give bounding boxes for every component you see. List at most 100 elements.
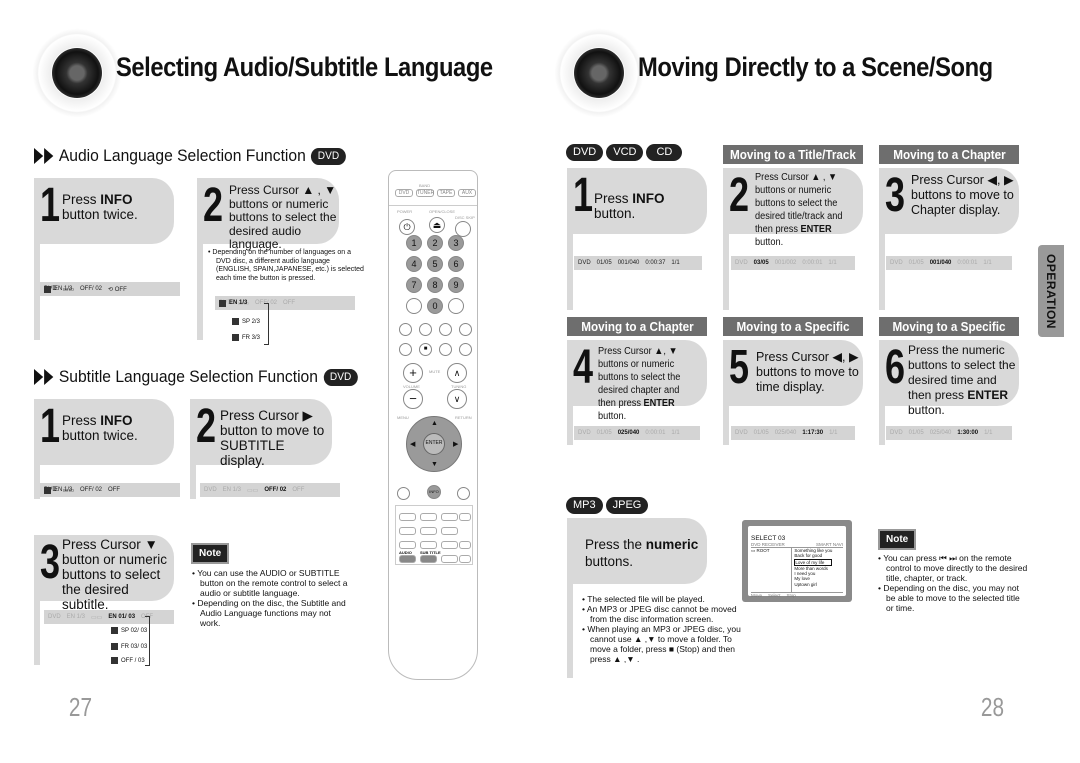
- tv-title: SELECT 03: [751, 535, 786, 542]
- dpad: ▲ ▼ ◀ ▶ ENTER: [406, 416, 462, 472]
- double-arrow-icon: [34, 148, 54, 164]
- folder-pane: ▭ ROOT: [751, 548, 793, 592]
- osd-bar: DVDEN 1/3▭▭OFF/ 02OFF: [40, 483, 180, 497]
- step-text: Press Cursor ▲ , ▼ buttons or numeric bu…: [755, 172, 843, 248]
- osd-bar: DVD 01/05 001/040 0:00:37 1/1: [574, 256, 702, 270]
- page-title-left: Selecting Audio/Subtitle Language: [116, 52, 493, 82]
- subtitle-step-2: 2 Press Cursor ▶ button to move to SUBTI…: [190, 399, 332, 468]
- step-text: Press INFO button twice.: [62, 192, 138, 222]
- mp3-note-list: The selected file will be played. An MP3…: [582, 594, 742, 664]
- tuning-down-icon: ∨: [447, 389, 467, 409]
- step-number: 3: [885, 169, 906, 222]
- osd-bar: DVDEN 1/3▭▭OFF/ 02OFF: [200, 483, 340, 497]
- step-text: Press Cursor ▶ button to move to SUBTITL…: [220, 408, 325, 468]
- step-number: 1: [40, 400, 61, 453]
- source-buttons: DVD TUNER TAPE AUX: [395, 189, 476, 197]
- audio-step-2: 2 Press Cursor ▲ , ▼ buttons or numeric …: [197, 178, 339, 251]
- step-text: Press INFO button.: [594, 191, 665, 221]
- dvd-badge: DVD: [566, 144, 604, 161]
- step-number: 2: [203, 179, 224, 232]
- volume-down-icon: −: [403, 389, 423, 409]
- speaker-logo-icon: [32, 28, 122, 118]
- osd-bar: DVD 03/05 001/002 0:00:01 1/1: [731, 256, 855, 270]
- osd-bar: DVD 01/05 025/040 1:17:30 1/1: [731, 426, 855, 440]
- vcd-badge: VCD: [606, 144, 644, 161]
- osd-bar: DVD 01/05 001/040 0:00:01 1/1: [886, 256, 1012, 270]
- dvd-badge: DVD: [323, 368, 358, 386]
- page-title-right: Moving Directly to a Scene/Song: [638, 52, 993, 82]
- step-number: 6: [885, 341, 906, 394]
- step-number: 3: [40, 536, 61, 589]
- num-button: 6: [448, 256, 464, 272]
- volume-up-icon: +: [403, 363, 423, 383]
- jpeg-badge: JPEG: [605, 497, 649, 514]
- scene-step-6: 6 Press the numeric buttons to select th…: [879, 340, 1019, 417]
- option-item: SP 2/3: [232, 318, 260, 325]
- step-text: Press Cursor ▼ button or numeric buttons…: [62, 537, 168, 612]
- remote-control-illustration: BAND DVD TUNER TAPE AUX POWER OPEN/CLOSE…: [388, 170, 478, 680]
- option-item: SP 02/ 03: [111, 627, 147, 634]
- cycle-arrow: [264, 303, 269, 345]
- banner-chapter-top: Moving to a Chapter: [879, 145, 1019, 164]
- osd-bar: DVD EN 1/3 ▭▭ EN 01/ 03 OFF: [44, 610, 174, 624]
- subtitle-step-3: 3 Press Cursor ▼ button or numeric butto…: [34, 535, 174, 612]
- osd-bar: DVD 01/05 025/040 0:00:01 1/1: [574, 426, 700, 440]
- banner-chapter: Moving to a Chapter: [567, 317, 707, 336]
- audio-section-heading: Audio Language Selection Function DVD: [34, 146, 346, 166]
- step-text: Press the numeric buttons to select the …: [908, 343, 1016, 417]
- step-number: 5: [729, 341, 750, 394]
- mp3-badge: MP3: [566, 497, 603, 514]
- audio-button: [399, 555, 416, 563]
- num-button: 5: [427, 256, 443, 272]
- tuning-up-icon: ∧: [447, 363, 467, 383]
- step-text: Press INFO button twice.: [62, 413, 138, 443]
- step-number: 4: [573, 341, 594, 394]
- scene-step-2: 2 Press Cursor ▲ , ▼ buttons or numeric …: [723, 168, 863, 248]
- note-label: Note: [191, 543, 230, 564]
- subtitle-button: [420, 555, 437, 563]
- speaker-logo-icon: [554, 28, 644, 118]
- num-button: 7: [406, 277, 422, 293]
- num-button: 8: [427, 277, 443, 293]
- step-number: 2: [729, 169, 750, 222]
- step-text: Press Cursor ◀, ▶ buttons to move to tim…: [756, 350, 859, 394]
- cd-badge: CD: [646, 144, 683, 161]
- tv-screen-illustration: SELECT 03 DVD RECEIVER SMART NAVI ▭ ROOT …: [742, 520, 852, 602]
- osd-bar: DVDEN 1/3▭▭OFF/ 02OFF: [215, 296, 355, 310]
- page-number-left: 27: [68, 692, 93, 722]
- num-button: 9: [448, 277, 464, 293]
- banner-specific-time: Moving to a Specific Time: [723, 317, 863, 353]
- note-list: You can press ⏮ ⏭ on the remote control …: [878, 553, 1028, 613]
- audio-step-1: 1 Press INFO button twice.: [34, 178, 174, 244]
- num-button: 3: [448, 235, 464, 251]
- operation-side-tab: OPERATION: [1038, 245, 1064, 337]
- subtitle-section-heading: Subtitle Language Selection Function DVD: [34, 367, 358, 387]
- scene-step-3: 3 Press Cursor ◀, ▶ buttons to move to C…: [879, 168, 1019, 234]
- note-list: You can use the AUDIO or SUBTITLE button…: [192, 568, 352, 628]
- num-button: 4: [406, 256, 422, 272]
- scene-step-4: 4 Press Cursor ▲, ▼ buttons or numeric b…: [567, 340, 707, 422]
- page-number-right: 28: [980, 692, 1005, 722]
- option-item: OFF / 03: [111, 657, 145, 664]
- cycle-arrow: [145, 616, 150, 666]
- num-button: 0: [427, 298, 443, 314]
- step-text: Press Cursor ◀, ▶ buttons to move to Cha…: [911, 173, 1014, 217]
- dvd-badge: DVD: [311, 147, 346, 165]
- power-button-icon: ⏻: [399, 219, 415, 235]
- scene-step-1: 1 Press INFO button.: [567, 168, 707, 234]
- subtitle-heading-text: Subtitle Language Selection Function: [58, 367, 318, 386]
- eject-button-icon: ⏏: [429, 217, 445, 233]
- note-label: Note: [878, 529, 917, 550]
- banner-specific-time: Moving to a Specific Time: [879, 317, 1019, 353]
- step-text: Press Cursor ▲ , ▼ buttons or numeric bu…: [229, 183, 337, 251]
- osd-bar: DVD 01/05 025/040 1:30:00 1/1: [886, 426, 1012, 440]
- step-text: Press the numeric buttons.: [585, 537, 699, 569]
- mp3-step: Press the numeric buttons.: [567, 518, 707, 584]
- disc-badges: DVD VCD CD: [566, 144, 683, 161]
- enter-button: ENTER: [423, 433, 445, 455]
- option-item: FR 3/3: [232, 334, 260, 341]
- scene-step-5: 5 Press Cursor ◀, ▶ buttons to move to t…: [723, 340, 863, 406]
- step-number: 1: [40, 179, 61, 232]
- option-item: FR 03/ 03: [111, 643, 147, 650]
- double-arrow-icon: [34, 369, 54, 385]
